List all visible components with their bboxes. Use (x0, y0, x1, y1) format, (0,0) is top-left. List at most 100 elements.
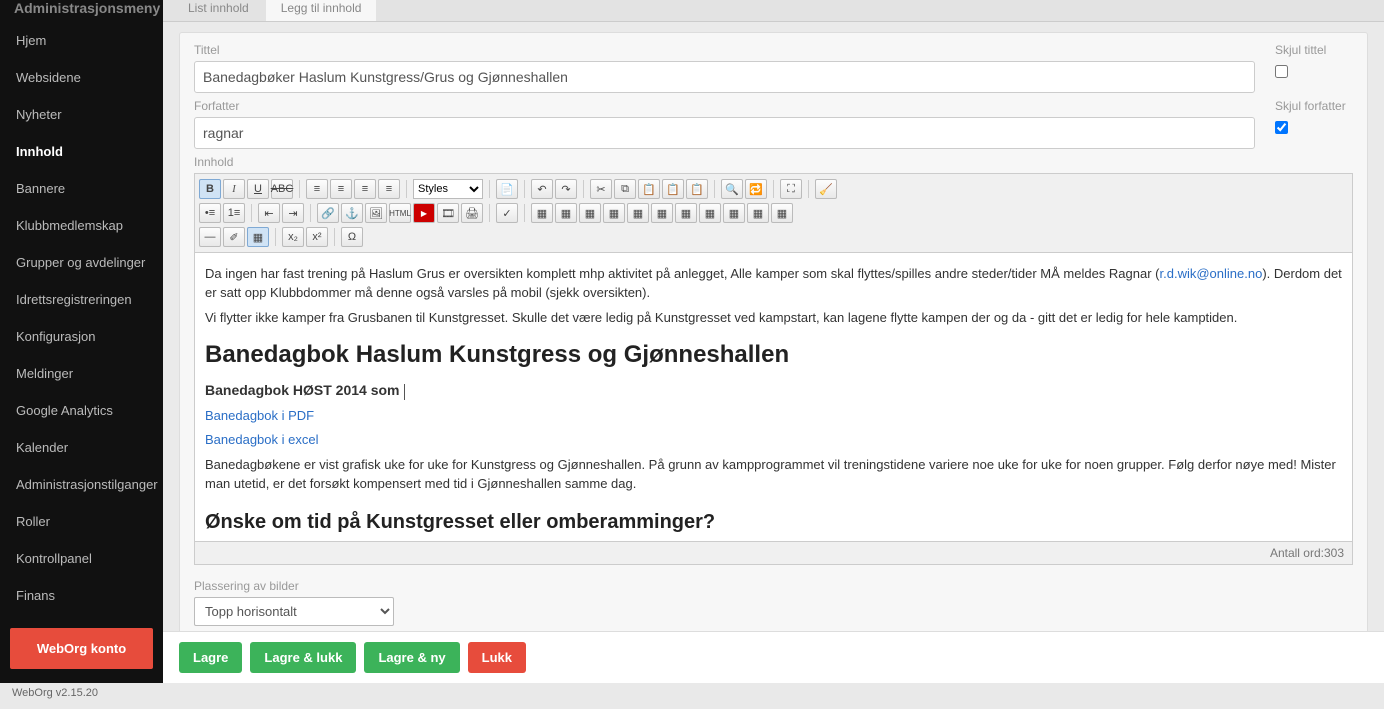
forfatter-input[interactable] (194, 117, 1255, 149)
split-cell-button[interactable]: ▦ (747, 203, 769, 223)
save-new-button[interactable]: Lagre & ny (364, 642, 459, 673)
ol-button[interactable]: 1≡ (223, 203, 245, 223)
replace-button[interactable]: 🔁 (745, 179, 767, 199)
undo-button[interactable]: ↶ (531, 179, 553, 199)
text-cursor (404, 384, 405, 400)
sidebar-item-roller[interactable]: Roller (0, 503, 163, 540)
sidebar-item-kontrollpanel[interactable]: Kontrollpanel (0, 540, 163, 577)
close-button[interactable]: Lukk (468, 642, 526, 673)
cut-button[interactable]: ✂ (590, 179, 612, 199)
media-button[interactable]: 🎞 (437, 203, 459, 223)
delete-row-button[interactable]: ▦ (651, 203, 673, 223)
indent-button[interactable]: ⇥ (282, 203, 304, 223)
redo-button[interactable]: ↷ (555, 179, 577, 199)
insert-row-before-button[interactable]: ▦ (603, 203, 625, 223)
action-bar: Lagre Lagre & lukk Lagre & ny Lukk (163, 631, 1384, 683)
tab-list-innhold[interactable]: List innhold (173, 0, 264, 21)
link-button[interactable]: 🔗 (317, 203, 339, 223)
sidebar-item-klubbmedlemskap[interactable]: Klubbmedlemskap (0, 207, 163, 244)
spellcheck-button[interactable]: ✓ (496, 203, 518, 223)
skjul-tittel-label: Skjul tittel (1275, 43, 1353, 57)
sidebar-item-administrasjonstilganger[interactable]: Administrasjonstilganger (0, 466, 163, 503)
unlink-button[interactable]: ⚓ (341, 203, 363, 223)
superscript-button[interactable]: x² (306, 227, 328, 247)
skjul-forfatter-label: Skjul forfatter (1275, 99, 1353, 113)
sidebar-item-kalender[interactable]: Kalender (0, 429, 163, 466)
hr-button[interactable]: — (199, 227, 221, 247)
save-close-button[interactable]: Lagre & lukk (250, 642, 356, 673)
insert-row-after-button[interactable]: ▦ (627, 203, 649, 223)
sidebar-nav: HjemWebsideneNyheterInnholdBannereKlubbm… (0, 22, 163, 614)
find-button[interactable]: 🔍 (721, 179, 743, 199)
align-left-button[interactable]: ≡ (306, 179, 328, 199)
skjul-forfatter-checkbox[interactable] (1275, 121, 1288, 134)
insert-col-after-button[interactable]: ▦ (699, 203, 721, 223)
plassering-select[interactable]: Topp horisontalt (194, 597, 394, 626)
align-justify-button[interactable]: ≡ (378, 179, 400, 199)
cell-props-button[interactable]: ▦ (579, 203, 601, 223)
weborg-account-button[interactable]: WebOrg konto (10, 628, 153, 669)
content-subheading: Ønske om tid på Kunstgresset eller omber… (205, 508, 1342, 537)
strike-button[interactable]: ABC (271, 179, 293, 199)
sidebar-item-meldinger[interactable]: Meldinger (0, 355, 163, 392)
sidebar-item-hjem[interactable]: Hjem (0, 22, 163, 59)
sidebar-item-finans[interactable]: Finans (0, 577, 163, 614)
save-button[interactable]: Lagre (179, 642, 242, 673)
tittel-label: Tittel (194, 43, 1255, 57)
editor-toolbar: B I U ABC ≡ ≡ ≡ ≡ Styles 📄 ↶ ↷ (194, 173, 1353, 252)
html-button[interactable]: HTML (389, 203, 411, 223)
rich-text-editor[interactable]: Da ingen har fast trening på Haslum Grus… (194, 252, 1353, 542)
youtube-button[interactable]: ▶ (413, 203, 435, 223)
delete-col-button[interactable]: ▦ (723, 203, 745, 223)
bold-button[interactable]: B (199, 179, 221, 199)
paste-word-button[interactable]: 📋 (686, 179, 708, 199)
sidebar-item-innhold[interactable]: Innhold (0, 133, 163, 170)
table-button[interactable]: ▦ (531, 203, 553, 223)
content-scroll: Tittel Skjul tittel Forfatter Skjul forf… (163, 22, 1384, 683)
sidebar-item-nyheter[interactable]: Nyheter (0, 96, 163, 133)
main-area: List innholdLegg til innhold Tittel Skju… (163, 0, 1384, 683)
underline-button[interactable]: U (247, 179, 269, 199)
clear-format-button[interactable]: 🧹 (815, 179, 837, 199)
version-label: WebOrg v2.15.20 (0, 683, 163, 709)
sidebar-item-grupper-og-avdelinger[interactable]: Grupper og avdelinger (0, 244, 163, 281)
insert-col-before-button[interactable]: ▦ (675, 203, 697, 223)
italic-button[interactable]: I (223, 179, 245, 199)
forfatter-label: Forfatter (194, 99, 1255, 113)
paste-text-button[interactable]: 📋 (662, 179, 684, 199)
sidebar-item-websidene[interactable]: Websidene (0, 59, 163, 96)
pdf-link[interactable]: Banedagbok i PDF (205, 408, 314, 423)
tab-legg-til-innhold[interactable]: Legg til innhold (266, 0, 377, 21)
sidebar-item-bannere[interactable]: Bannere (0, 170, 163, 207)
plassering-label: Plassering av bilder (194, 579, 1353, 593)
charmap-button[interactable]: Ω (341, 227, 363, 247)
subscript-button[interactable]: x₂ (282, 227, 304, 247)
print-button[interactable]: 🖨 (461, 203, 483, 223)
excel-link[interactable]: Banedagbok i excel (205, 432, 318, 447)
email-link[interactable]: r.d.wik@online.no (1160, 266, 1263, 281)
align-right-button[interactable]: ≡ (354, 179, 376, 199)
sidebar-item-google-analytics[interactable]: Google Analytics (0, 392, 163, 429)
sidebar-item-konfigurasjon[interactable]: Konfigurasjon (0, 318, 163, 355)
fullscreen-button[interactable]: ⛶ (780, 179, 802, 199)
image-button[interactable]: 🖼 (365, 203, 387, 223)
content-heading: Banedagbok Haslum Kunstgress og Gjønnesh… (205, 338, 1342, 373)
copy-button[interactable]: ⧉ (614, 179, 636, 199)
paste-button[interactable]: 📋 (638, 179, 660, 199)
tab-bar: List innholdLegg til innhold (163, 0, 1384, 22)
align-center-button[interactable]: ≡ (330, 179, 352, 199)
visual-aid-button[interactable]: ▦ (247, 227, 269, 247)
newdoc-button[interactable]: 📄 (496, 179, 518, 199)
sidebar-item-idrettsregistreringen[interactable]: Idrettsregistreringen (0, 281, 163, 318)
tittel-input[interactable] (194, 61, 1255, 93)
form-panel: Tittel Skjul tittel Forfatter Skjul forf… (179, 32, 1368, 637)
innhold-label: Innhold (194, 155, 1353, 169)
ul-button[interactable]: •≡ (199, 203, 221, 223)
styles-select[interactable]: Styles (413, 179, 483, 199)
admin-sidebar: Administrasjonsmeny HjemWebsideneNyheter… (0, 0, 163, 683)
skjul-tittel-checkbox[interactable] (1275, 65, 1288, 78)
remove-format-button[interactable]: ✐ (223, 227, 245, 247)
row-props-button[interactable]: ▦ (555, 203, 577, 223)
outdent-button[interactable]: ⇤ (258, 203, 280, 223)
merge-cell-button[interactable]: ▦ (771, 203, 793, 223)
